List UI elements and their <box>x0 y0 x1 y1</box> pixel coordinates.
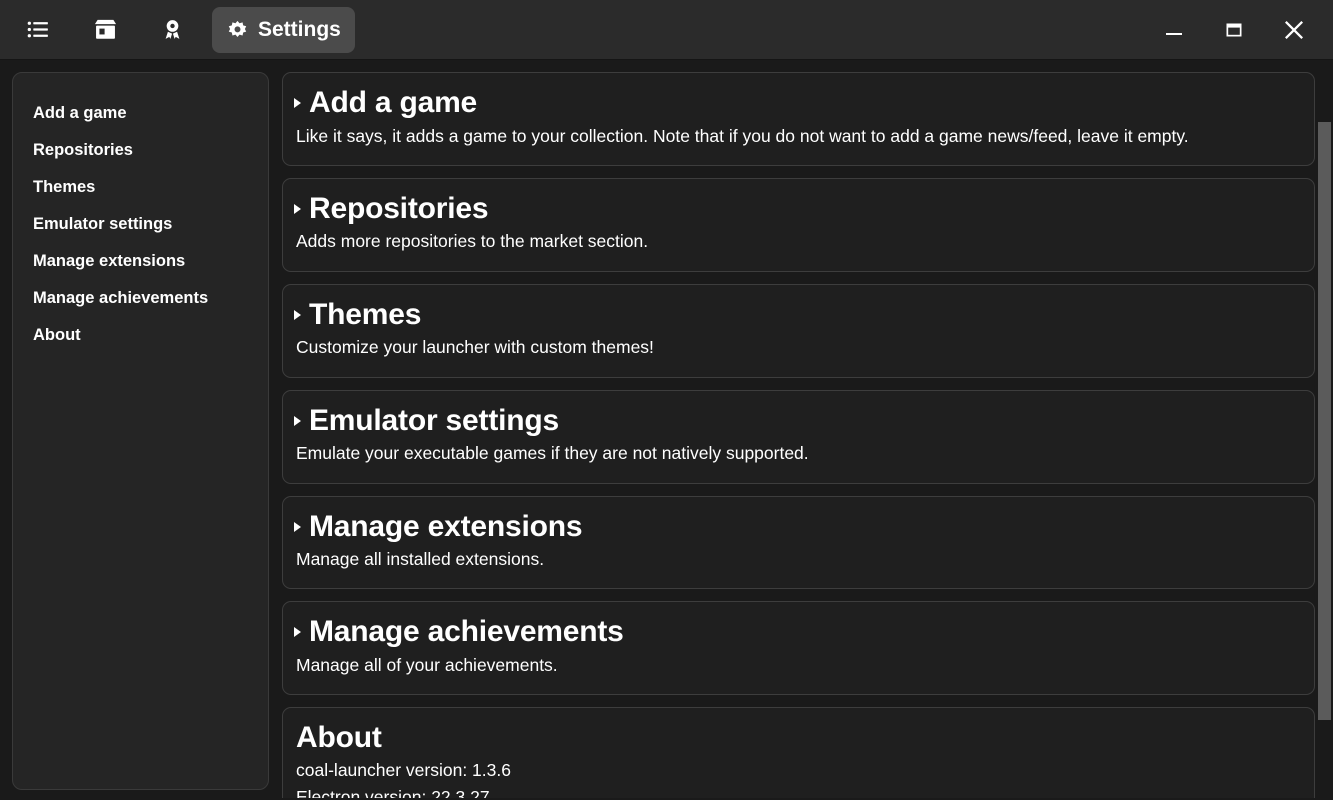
award-icon <box>160 17 185 42</box>
title-bar: Settings <box>0 0 1333 60</box>
section-header[interactable]: Themes <box>294 299 1301 331</box>
settings-section-manage-extensions[interactable]: Manage extensions Manage all installed e… <box>282 495 1315 590</box>
section-header[interactable]: Manage extensions <box>294 509 1301 543</box>
store-icon <box>92 16 119 43</box>
chevron-right-icon[interactable] <box>294 98 301 108</box>
tab-settings[interactable]: Settings <box>212 6 355 53</box>
settings-section-emulator-settings[interactable]: Emulator settings Emulate your executabl… <box>282 389 1315 484</box>
app-body: Add a game Repositories Themes Emulator … <box>0 60 1333 800</box>
close-icon <box>1282 18 1306 42</box>
chevron-right-icon[interactable] <box>294 203 301 214</box>
section-title: About <box>296 721 382 755</box>
section-description: Like it says, it adds a game to your col… <box>296 125 1189 146</box>
tab-settings-label: Settings <box>258 17 341 41</box>
chevron-right-icon[interactable] <box>294 309 301 320</box>
content-scrollbar-thumb[interactable] <box>1318 122 1331 720</box>
settings-section-repositories[interactable]: Repositories Adds more repositories to t… <box>282 177 1315 272</box>
section-header[interactable]: Repositories <box>294 193 1301 225</box>
sidebar-item-themes[interactable]: Themes <box>13 169 268 206</box>
settings-section-themes[interactable]: Themes Customize your launcher with cust… <box>282 283 1315 378</box>
about-electron-version: Electron version: 22.3.27 <box>296 786 490 798</box>
section-header[interactable]: Emulator settings <box>294 405 1301 437</box>
settings-section-add-a-game[interactable]: Add a game Like it says, it adds a game … <box>282 72 1315 166</box>
chevron-right-icon[interactable] <box>294 521 301 532</box>
section-description: Adds more repositories to the market sec… <box>296 231 649 252</box>
section-header[interactable]: Manage achievements <box>294 616 1301 648</box>
sidebar-item-emulator-settings[interactable]: Emulator settings <box>13 206 268 243</box>
sidebar-item-about[interactable]: About <box>13 317 268 354</box>
section-title: Themes <box>309 297 422 331</box>
sidebar-item-repositories[interactable]: Repositories <box>13 132 268 169</box>
sidebar-item-manage-achievements[interactable]: Manage achievements <box>13 280 268 317</box>
section-description: Manage all installed extensions. <box>296 549 545 569</box>
sidebar-item-manage-extensions[interactable]: Manage extensions <box>13 243 268 280</box>
section-title: Manage extensions <box>309 509 583 543</box>
chevron-right-icon[interactable] <box>294 415 301 426</box>
section-title: Emulator settings <box>309 403 559 437</box>
settings-content: Add a game Like it says, it adds a game … <box>282 72 1323 798</box>
tab-library[interactable] <box>12 7 74 53</box>
settings-section-about[interactable]: About coal-launcher version: 1.3.6 Elect… <box>282 707 1315 798</box>
section-title: Repositories <box>309 191 489 225</box>
section-title: Manage achievements <box>309 615 624 649</box>
maximize-button[interactable] <box>1211 0 1257 60</box>
settings-panel-list: Add a game Like it says, it adds a game … <box>282 72 1315 798</box>
minimize-icon <box>1163 19 1185 41</box>
gear-icon <box>226 18 249 41</box>
chevron-right-icon[interactable] <box>294 627 301 638</box>
tab-market[interactable] <box>78 7 142 53</box>
nav-tab-strip: Settings <box>0 6 355 53</box>
close-button[interactable] <box>1271 0 1317 60</box>
minimize-button[interactable] <box>1151 0 1197 60</box>
maximize-icon <box>1223 19 1245 41</box>
about-app-version: coal-launcher version: 1.3.6 <box>296 759 511 780</box>
section-header[interactable]: Add a game <box>294 87 1301 119</box>
window-controls <box>1151 0 1333 60</box>
section-description: Customize your launcher with custom them… <box>296 337 654 358</box>
tab-achievements[interactable] <box>146 7 208 53</box>
section-description: Emulate your executable games if they ar… <box>296 443 809 464</box>
section-description: Manage all of your achievements. <box>296 654 558 675</box>
settings-sidebar: Add a game Repositories Themes Emulator … <box>12 72 269 790</box>
section-title: Add a game <box>309 86 478 119</box>
sidebar-item-add-a-game[interactable]: Add a game <box>13 95 268 132</box>
list-icon <box>26 17 51 42</box>
settings-section-manage-achievements[interactable]: Manage achievements Manage all of your a… <box>282 601 1315 696</box>
